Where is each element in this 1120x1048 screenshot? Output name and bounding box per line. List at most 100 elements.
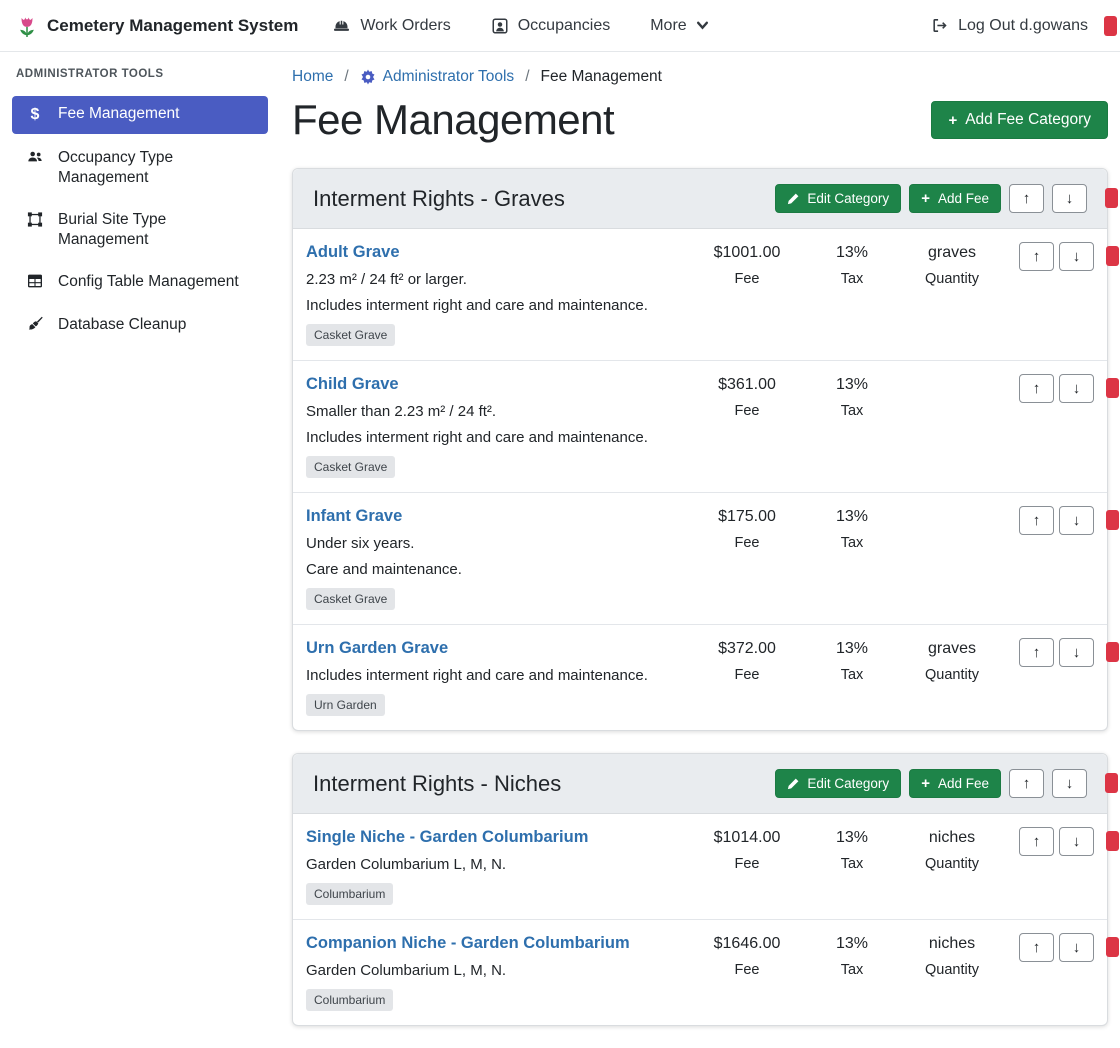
sidebar-item-config-table-management[interactable]: Config Table Management [12,264,268,300]
tax-label: Tax [812,271,892,287]
fee-value: $175.00 [682,507,812,527]
quantity-column: niches Quantity [892,826,1012,872]
move-fee-down-button[interactable]: ↓ [1059,827,1094,856]
fee-type-badge: Columbarium [306,883,393,905]
move-category-down-button[interactable]: ↓ [1052,769,1087,798]
fee-name-link[interactable]: Child Grave [306,375,399,394]
sidebar-item-label: Occupancy Type Management [58,148,256,188]
move-category-up-button[interactable]: ↑ [1009,769,1044,798]
move-fee-down-button[interactable]: ↓ [1059,638,1094,667]
quantity-label: Quantity [892,667,1012,683]
tax-value: 13% [812,507,892,527]
move-fee-down-button[interactable]: ↓ [1059,506,1094,535]
tax-value: 13% [812,934,892,954]
move-fee-up-button[interactable]: ↑ [1019,638,1054,667]
edit-category-button[interactable]: Edit Category [775,769,901,798]
fee-label: Fee [682,535,812,551]
arrow-down-icon: ↓ [1073,939,1081,956]
fee-description: Garden Columbarium L, M, N. [306,856,682,873]
clipped-red-element [1106,831,1119,851]
sidebar-item-label: Burial Site Type Management [58,210,256,250]
nav-work-orders-label: Work Orders [360,17,450,35]
plus-icon: + [948,113,957,128]
fee-label: Fee [682,962,812,978]
quantity-label: Quantity [892,271,1012,287]
edit-category-button[interactable]: Edit Category [775,184,901,213]
clipped-red-element [1106,642,1119,662]
main-nav: Work Orders Occupancies More [332,17,708,35]
page-title: Fee Management [292,96,614,144]
breadcrumb-separator: / [525,68,529,86]
nav-work-orders[interactable]: Work Orders [332,17,450,35]
sidebar-item-database-cleanup[interactable]: Database Cleanup [12,307,268,343]
breadcrumb: Home / Administrator Tools / Fee Managem… [292,68,1108,86]
clipped-red-element [1106,510,1119,530]
fee-description: Includes interment right and care and ma… [306,667,682,684]
arrow-up-icon: ↑ [1033,644,1041,661]
fee-description: Care and maintenance. [306,561,682,578]
fee-name-link[interactable]: Single Niche - Garden Columbarium [306,828,588,847]
sidebar-item-burial-site-type-management[interactable]: Burial Site Type Management [12,202,268,258]
tax-column: 13% Tax [812,826,892,872]
fee-name-link[interactable]: Infant Grave [306,507,402,526]
move-fee-down-button[interactable]: ↓ [1059,242,1094,271]
add-fee-category-button[interactable]: + Add Fee Category [931,101,1108,139]
quantity-column [892,505,1012,507]
clipped-red-element [1106,937,1119,957]
move-fee-up-button[interactable]: ↑ [1019,506,1054,535]
fee-type-badge: Casket Grave [306,324,395,346]
fee-amount-column: $1001.00 Fee [682,241,812,287]
admin-sidebar: ADMINISTRATOR TOOLS $ Fee Management Occ… [0,52,280,349]
move-category-down-button[interactable]: ↓ [1052,184,1087,213]
add-fee-button[interactable]: + Add Fee [909,769,1001,798]
hard-hat-icon [332,17,351,35]
tax-column: 13% Tax [812,637,892,683]
fee-amount-column: $372.00 Fee [682,637,812,683]
fee-name-link[interactable]: Urn Garden Grave [306,639,448,658]
arrow-down-icon: ↓ [1066,190,1074,207]
tax-label: Tax [812,856,892,872]
quantity-value: graves [892,243,1012,263]
nav-more[interactable]: More [650,17,708,35]
main-content: Home / Administrator Tools / Fee Managem… [280,52,1120,1048]
quantity-column: graves Quantity [892,241,1012,287]
fee-name-link[interactable]: Companion Niche - Garden Columbarium [306,934,630,953]
dollar-icon: $ [24,105,46,126]
arrow-up-icon: ↑ [1023,775,1031,792]
nav-occupancies[interactable]: Occupancies [491,17,611,35]
app-brand[interactable]: Cemetery Management System [16,13,298,39]
move-fee-up-button[interactable]: ↑ [1019,374,1054,403]
fee-reorder: ↑ ↓ [1012,637,1107,667]
move-fee-up-button[interactable]: ↑ [1019,242,1054,271]
fee-row: Infant Grave Under six years. Care and m… [293,492,1107,624]
category-header: Interment Rights - Graves Edit Category … [293,169,1107,229]
fee-row: Urn Garden Grave Includes interment righ… [293,624,1107,730]
quantity-label: Quantity [892,856,1012,872]
sidebar-item-fee-management[interactable]: $ Fee Management [12,96,268,134]
move-fee-up-button[interactable]: ↑ [1019,827,1054,856]
fee-description: Smaller than 2.23 m² / 24 ft². [306,403,682,420]
sidebar-item-label: Database Cleanup [58,315,186,335]
breadcrumb-home-link[interactable]: Home [292,68,333,86]
logout-button[interactable]: Log Out d.gowans [930,17,1088,35]
clipped-red-element [1105,188,1118,208]
sidebar-item-occupancy-type-management[interactable]: Occupancy Type Management [12,140,268,196]
move-fee-down-button[interactable]: ↓ [1059,933,1094,962]
fee-name-link[interactable]: Adult Grave [306,243,400,262]
fee-reorder: ↑ ↓ [1012,373,1107,403]
breadcrumb-current: Fee Management [541,68,663,86]
vector-square-icon [24,211,46,228]
move-fee-down-button[interactable]: ↓ [1059,374,1094,403]
fee-value: $372.00 [682,639,812,659]
add-fee-button[interactable]: + Add Fee [909,184,1001,213]
nav-more-label: More [650,17,686,35]
tax-label: Tax [812,962,892,978]
move-fee-up-button[interactable]: ↑ [1019,933,1054,962]
tulip-logo-icon [16,13,38,39]
move-category-up-button[interactable]: ↑ [1009,184,1044,213]
tax-column: 13% Tax [812,373,892,419]
fee-description: Garden Columbarium L, M, N. [306,962,682,979]
app-title: Cemetery Management System [47,16,298,36]
breadcrumb-admin-tools-link[interactable]: Administrator Tools [383,68,515,86]
broom-icon [24,316,46,332]
